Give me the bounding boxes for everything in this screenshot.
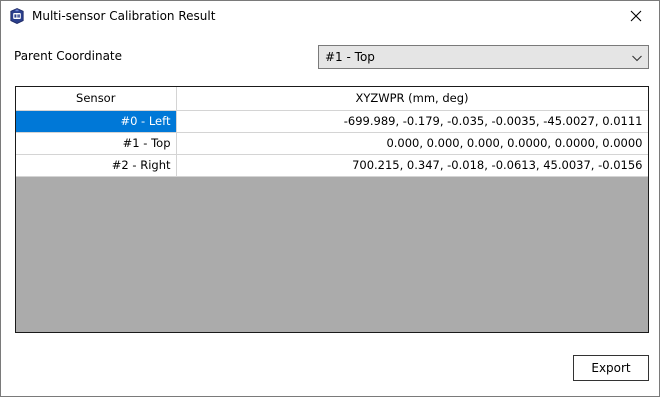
chevron-down-icon <box>631 52 643 62</box>
sensor-cell[interactable]: #2 - Right <box>16 154 177 177</box>
close-button[interactable] <box>613 1 659 31</box>
xyzwpr-cell[interactable]: 700.215, 0.347, -0.018, -0.0613, 45.0037… <box>176 154 648 177</box>
xyzwpr-cell[interactable]: -699.989, -0.179, -0.035, -0.0035, -45.0… <box>176 110 648 133</box>
sensor-cell[interactable]: #1 - Top <box>16 132 177 155</box>
title-bar[interactable]: Multi-sensor Calibration Result <box>1 1 659 31</box>
calibration-table: Sensor XYZWPR (mm, deg) #0 - Left -699.9… <box>16 87 648 177</box>
column-header-xyzwpr[interactable]: XYZWPR (mm, deg) <box>176 87 648 111</box>
table-row[interactable]: #2 - Right 700.215, 0.347, -0.018, -0.06… <box>16 154 648 177</box>
parent-coordinate-label: Parent Coordinate <box>14 49 123 63</box>
calibration-grid[interactable]: Sensor XYZWPR (mm, deg) #0 - Left -699.9… <box>15 86 649 333</box>
parent-coordinate-value: #1 - Top <box>325 50 375 64</box>
window-title: Multi-sensor Calibration Result <box>32 9 216 23</box>
table-row[interactable]: #1 - Top 0.000, 0.000, 0.000, 0.0000, 0.… <box>16 132 648 155</box>
table-header-row: Sensor XYZWPR (mm, deg) <box>16 87 648 111</box>
close-icon <box>630 10 642 22</box>
xyzwpr-cell[interactable]: 0.000, 0.000, 0.000, 0.0000, 0.0000, 0.0… <box>176 132 648 155</box>
calibration-result-window: Multi-sensor Calibration Result Parent C… <box>0 0 660 397</box>
column-header-sensor[interactable]: Sensor <box>16 87 177 111</box>
sensor-cell[interactable]: #0 - Left <box>16 110 177 133</box>
export-button[interactable]: Export <box>573 355 649 381</box>
app-logo-icon <box>10 8 24 24</box>
parent-coordinate-select[interactable]: #1 - Top <box>318 45 649 69</box>
table-row[interactable]: #0 - Left -699.989, -0.179, -0.035, -0.0… <box>16 110 648 133</box>
